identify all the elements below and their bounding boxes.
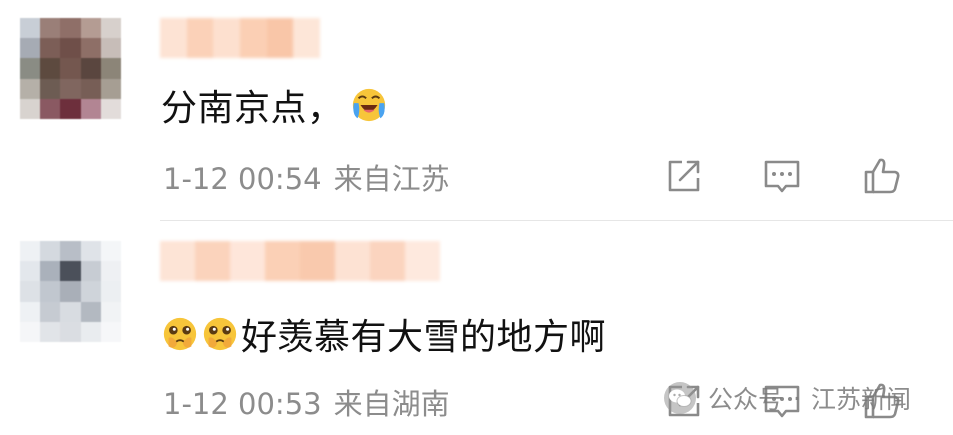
comment-text: 好羡慕有大雪的地方啊	[241, 317, 607, 358]
comment-meta: 1-12 00:54 来自江苏	[163, 156, 462, 198]
share-icon[interactable]	[662, 154, 706, 198]
comment-item: 分南京点， 1-12 00:54 来自江苏	[0, 0, 953, 220]
comment-content: 好羡慕有大雪的地方啊	[161, 309, 606, 359]
watermark-account-name: 江苏新闻	[810, 385, 911, 414]
thumbs-up-icon[interactable]	[860, 154, 904, 198]
username[interactable]	[160, 18, 321, 58]
watermark: 公众号 · 江苏新闻	[662, 376, 911, 420]
comment-actions	[660, 154, 910, 198]
avatar[interactable]	[20, 241, 121, 342]
timestamp: 1-12 00:53	[163, 387, 322, 421]
comment-list: 分南京点， 1-12 00:54 来自江苏 好羡慕有大雪的地方啊 1-12 00…	[0, 0, 953, 435]
watermark-account-type: 公众号	[708, 385, 784, 414]
pleading-face-emoji-icon	[163, 317, 197, 351]
username[interactable]	[160, 241, 440, 281]
comment-meta: 1-12 00:53 来自湖南	[163, 381, 462, 423]
comment-icon[interactable]	[760, 154, 804, 198]
watermark-separator: ·	[793, 383, 801, 413]
comment-content: 分南京点，	[161, 80, 388, 130]
location: 来自江苏	[333, 162, 450, 196]
timestamp: 1-12 00:54	[163, 162, 322, 196]
location: 来自湖南	[333, 387, 450, 421]
comment-text: 分南京点，	[161, 88, 344, 129]
pleading-face-emoji-icon	[203, 317, 237, 351]
crying-laughing-emoji-icon	[352, 88, 385, 122]
wechat-logo-icon	[664, 382, 696, 414]
avatar[interactable]	[20, 18, 121, 119]
